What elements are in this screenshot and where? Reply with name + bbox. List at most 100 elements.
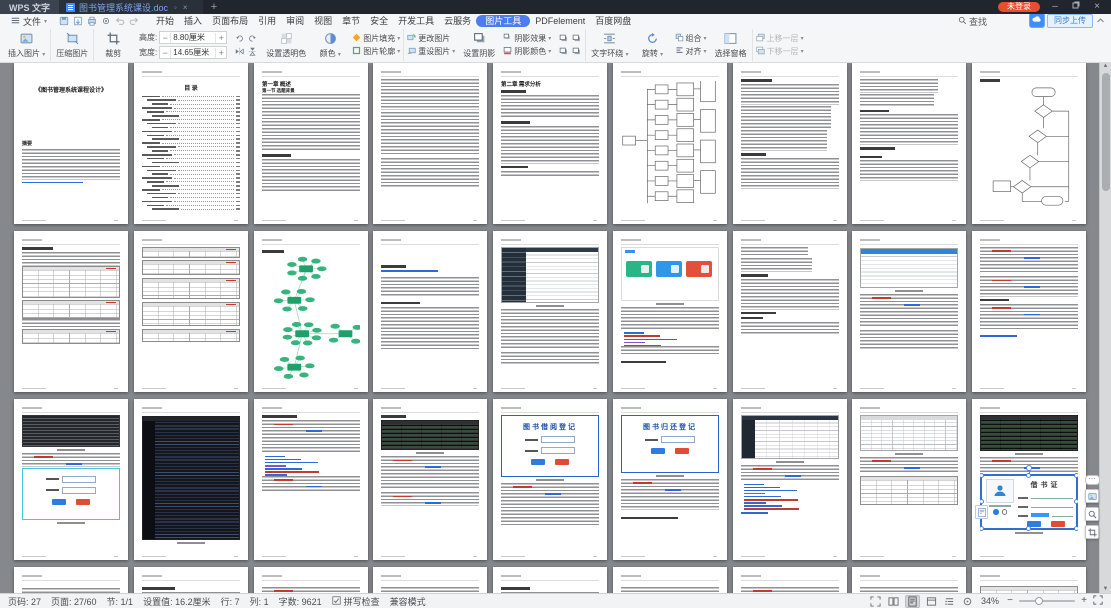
selection-handle[interactable] bbox=[980, 473, 984, 478]
rotation-handle[interactable] bbox=[1026, 465, 1032, 471]
pin-tab-icon[interactable]: ◦ bbox=[174, 3, 177, 12]
ribbon-button-align[interactable]: 对齐▾ bbox=[675, 46, 707, 57]
page-thumbnail-8[interactable] bbox=[852, 63, 966, 224]
close-tab-icon[interactable]: × bbox=[183, 3, 188, 12]
ribbon-button-change[interactable]: 更改图片 bbox=[407, 33, 455, 44]
page-thumbnail-19[interactable] bbox=[14, 399, 128, 560]
spellcheck-button[interactable]: 拼写检查 bbox=[332, 595, 380, 608]
cloud-sync-button[interactable] bbox=[1029, 12, 1045, 28]
view-mode-print-layout-icon[interactable] bbox=[905, 595, 920, 608]
close-button[interactable]: × bbox=[1091, 1, 1103, 13]
page-thumbnail-25[interactable] bbox=[733, 399, 847, 560]
new-tab-button[interactable]: + bbox=[203, 0, 225, 14]
ribbon-button-layerdn[interactable]: 下移一层▾ bbox=[756, 46, 804, 57]
layout-options-button[interactable] bbox=[975, 505, 988, 519]
page-thumbnail-9[interactable] bbox=[972, 63, 1086, 224]
preview-button[interactable] bbox=[1085, 507, 1099, 521]
page-thumbnail-31[interactable] bbox=[373, 567, 487, 594]
vertical-scrollbar[interactable]: ▲ ▼ bbox=[1099, 61, 1111, 594]
menu-tab-安全[interactable]: 安全 bbox=[365, 15, 393, 28]
page-thumbnail-20[interactable] bbox=[134, 399, 248, 560]
ribbon-button-crop[interactable]: 裁剪 bbox=[97, 32, 129, 59]
selection-handle[interactable] bbox=[1074, 473, 1078, 478]
ribbon-button-outline[interactable]: 图片轮廓▾ bbox=[352, 46, 400, 57]
view-mode-fullscreen-icon[interactable] bbox=[869, 596, 882, 607]
ribbon-button-color[interactable]: 颜色 ▾ bbox=[314, 32, 346, 59]
export-icon[interactable] bbox=[73, 16, 83, 26]
increase-button[interactable]: + bbox=[216, 48, 226, 58]
page-thumbnail-4[interactable] bbox=[373, 63, 487, 224]
page-thumbnail-32[interactable] bbox=[493, 567, 607, 594]
view-mode-outline-icon[interactable] bbox=[943, 596, 956, 607]
selection-handle[interactable] bbox=[980, 526, 984, 531]
selection-handle[interactable] bbox=[980, 499, 984, 504]
restore-button[interactable] bbox=[1070, 1, 1082, 13]
page-thumbnail-6[interactable] bbox=[613, 63, 727, 224]
page-thumbnail-21[interactable] bbox=[254, 399, 368, 560]
app-menu-tab[interactable]: WPS 文字 bbox=[0, 0, 59, 14]
fliph-icon[interactable] bbox=[233, 46, 245, 58]
preview-icon[interactable] bbox=[101, 16, 111, 26]
rotr-icon[interactable] bbox=[246, 33, 258, 45]
zoom-out-button[interactable]: − bbox=[1006, 596, 1014, 606]
ribbon-button-pane[interactable]: 选择窗格 bbox=[713, 32, 749, 59]
page-thumbnail-29[interactable] bbox=[134, 567, 248, 594]
ribbon-button-layerup[interactable]: 上移一层▾ bbox=[756, 33, 804, 44]
scrollbar-thumb[interactable] bbox=[1102, 73, 1110, 191]
zoom-level-value[interactable]: 34% bbox=[981, 596, 999, 606]
menu-tab-云服务[interactable]: 云服务 bbox=[439, 15, 476, 28]
page-thumbnail-18[interactable] bbox=[972, 231, 1086, 392]
minimize-button[interactable]: – bbox=[1049, 1, 1061, 13]
page-thumbnail-26[interactable] bbox=[852, 399, 966, 560]
selected-image-borrow-card[interactable]: 借书证 bbox=[980, 474, 1078, 530]
ribbon-button-sheff[interactable]: 阴影效果▾ bbox=[503, 33, 551, 44]
ribbon-button-shcol[interactable]: 阴影颜色▾ bbox=[503, 46, 551, 57]
page-thumbnail-30[interactable] bbox=[254, 567, 368, 594]
fit-page-icon[interactable] bbox=[1093, 595, 1103, 607]
save-icon[interactable] bbox=[59, 16, 69, 26]
page-thumbnail-2[interactable]: 目 录 bbox=[134, 63, 248, 224]
height-value[interactable]: 8.80厘米 bbox=[170, 33, 216, 43]
selection-handle[interactable] bbox=[1074, 526, 1078, 531]
increase-button[interactable]: + bbox=[216, 33, 226, 43]
page-thumbnail-5[interactable]: 第二章 需求分析 bbox=[493, 63, 607, 224]
menu-tab-页面布局[interactable]: 页面布局 bbox=[207, 15, 253, 28]
menu-tab-图片工具[interactable]: 图片工具 bbox=[476, 15, 530, 27]
shadow-icon[interactable] bbox=[570, 46, 582, 58]
redo-icon[interactable] bbox=[129, 16, 139, 26]
page-thumbnail-28[interactable] bbox=[14, 567, 128, 594]
selection-handle[interactable] bbox=[1074, 499, 1078, 504]
shadow-icon[interactable] bbox=[570, 33, 582, 45]
ribbon-button-fill[interactable]: 图片填充▾ bbox=[352, 33, 400, 44]
page-thumbnail-23[interactable]: 图书借阅登记 bbox=[493, 399, 607, 560]
zoom-slider[interactable] bbox=[1019, 600, 1075, 602]
zoom-in-button[interactable]: + bbox=[1080, 596, 1088, 606]
menu-tab-视图[interactable]: 视图 bbox=[309, 15, 337, 28]
page-thumbnail-33[interactable] bbox=[613, 567, 727, 594]
menu-tab-百度网盘[interactable]: 百度网盘 bbox=[590, 15, 636, 28]
menu-tab-插入[interactable]: 插入 bbox=[179, 15, 207, 28]
rotl-icon[interactable] bbox=[233, 33, 245, 45]
crop-button[interactable] bbox=[1085, 525, 1099, 539]
page-thumbnail-1[interactable]: 《图书管理系统课程设计》摘要 bbox=[14, 63, 128, 224]
page-thumbnail-12[interactable] bbox=[254, 231, 368, 392]
view-mode-web-layout-icon[interactable] bbox=[925, 596, 938, 607]
shadow-icon[interactable] bbox=[557, 33, 569, 45]
page-thumbnail-27[interactable]: 借书证 bbox=[972, 399, 1086, 560]
menu-tab-PDFelement[interactable]: PDFelement bbox=[530, 15, 590, 28]
page-thumbnail-11[interactable] bbox=[134, 231, 248, 392]
page-thumbnail-17[interactable] bbox=[852, 231, 966, 392]
page-thumbnail-15[interactable] bbox=[613, 231, 727, 392]
selection-handle[interactable] bbox=[1026, 473, 1031, 478]
decrease-button[interactable]: − bbox=[160, 33, 170, 43]
view-mode-more-icon[interactable] bbox=[961, 596, 974, 607]
page-thumbnail-14[interactable] bbox=[493, 231, 607, 392]
page-thumbnail-10[interactable] bbox=[14, 231, 128, 392]
print-icon[interactable] bbox=[87, 16, 97, 26]
flipv-icon[interactable] bbox=[246, 46, 258, 58]
menu-tab-引用[interactable]: 引用 bbox=[253, 15, 281, 28]
collapse-ribbon-icon[interactable] bbox=[1096, 16, 1105, 27]
selection-handle[interactable] bbox=[1026, 526, 1031, 531]
shadow-icon[interactable] bbox=[557, 46, 569, 58]
page-thumbnail-13[interactable] bbox=[373, 231, 487, 392]
